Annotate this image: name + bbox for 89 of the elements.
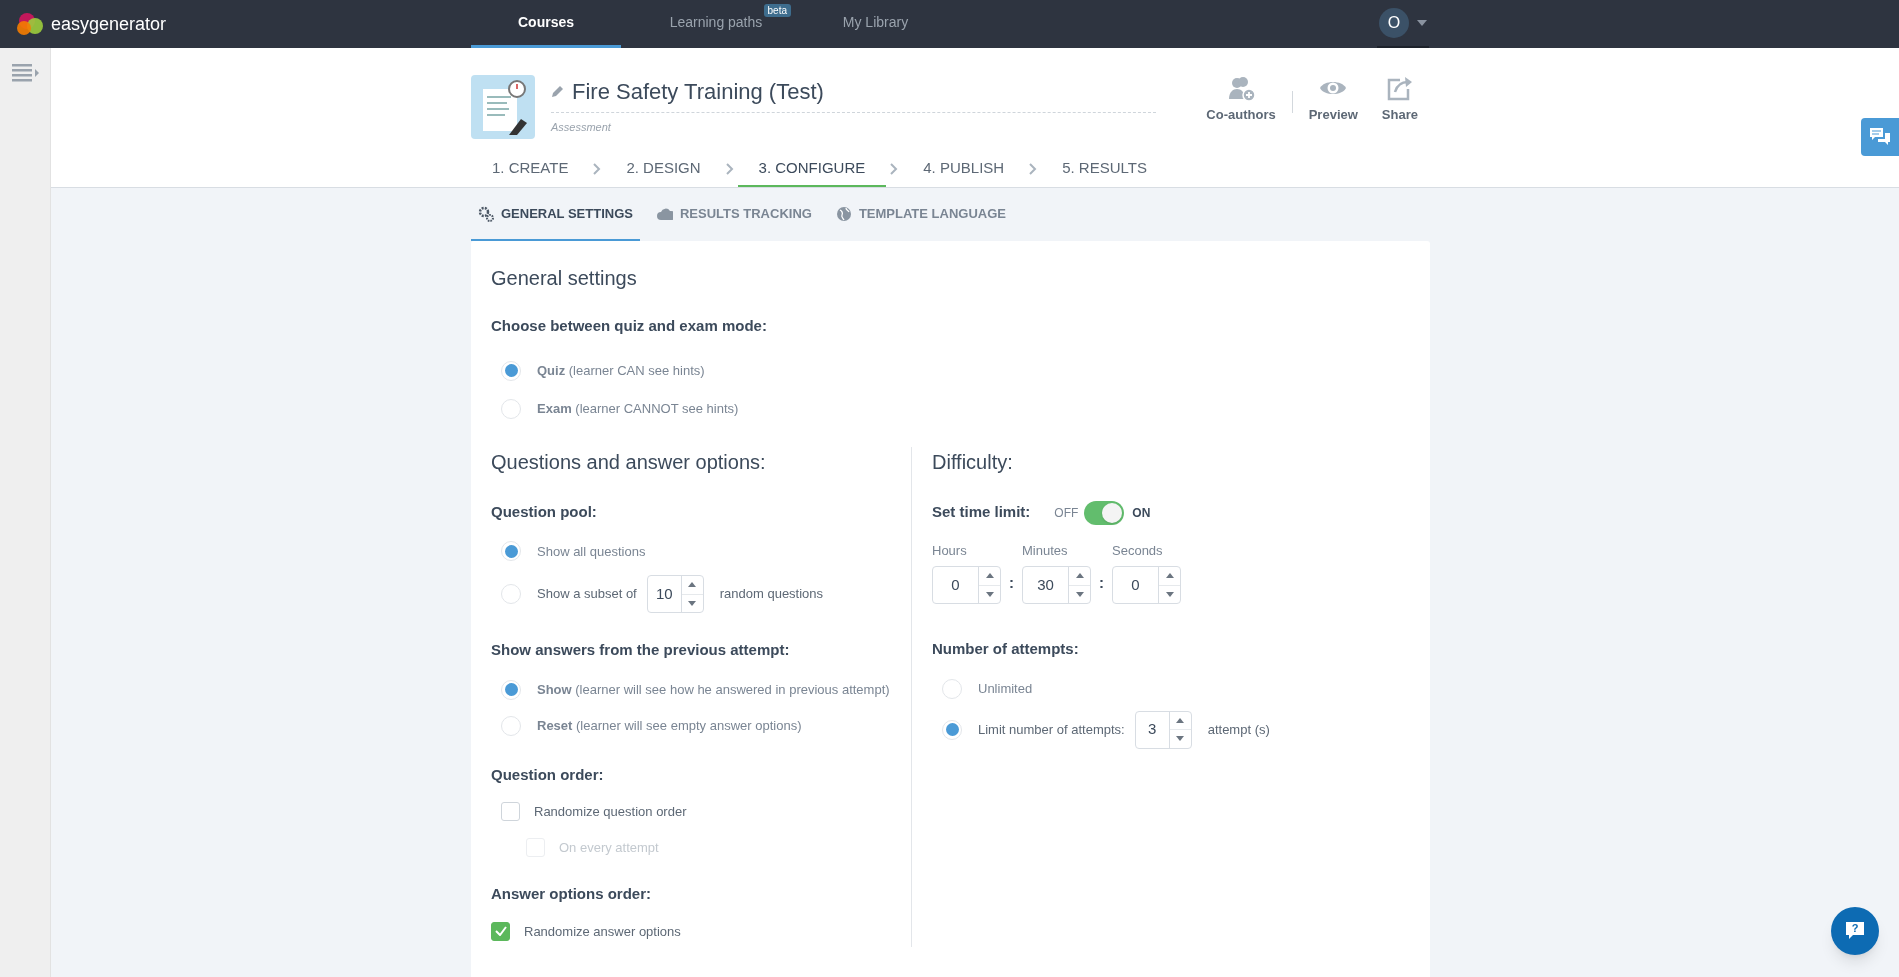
up-arrow-icon <box>688 582 697 588</box>
chat-tab[interactable] <box>1861 118 1899 156</box>
share-icon <box>1385 75 1414 101</box>
field-label: Minutes <box>1022 541 1069 560</box>
settings-tab[interactable]: RESULTS TRACKING <box>649 188 819 241</box>
action-button[interactable]: Preview <box>1296 75 1370 125</box>
radio-button[interactable] <box>501 584 521 604</box>
step-tab[interactable]: 2. DESIGN <box>605 151 722 187</box>
logo-icon <box>15 12 45 36</box>
radio-button[interactable] <box>501 360 521 381</box>
option-suffix: random questions <box>719 585 824 604</box>
number-field[interactable]: 0 <box>932 566 1001 604</box>
caret-icon[interactable] <box>1417 20 1427 26</box>
section-title: General settings <box>491 266 638 291</box>
course-type: Assessment <box>551 120 612 135</box>
toggle-on-label: ON <box>1132 504 1151 522</box>
checkbox-label[interactable]: Randomize question order <box>534 802 687 822</box>
up-arrow-icon <box>985 573 994 579</box>
course-thumbnail-drawing <box>471 75 535 139</box>
number-field[interactable]: 30 <box>1022 566 1091 604</box>
pencil-icon[interactable] <box>551 85 564 98</box>
checkbox[interactable] <box>501 802 520 822</box>
option-label: Unlimited <box>978 680 1033 698</box>
option-label: Show (learner will see how he answered in previous attempt) <box>537 681 890 699</box>
checkbox[interactable] <box>491 921 510 941</box>
number-field[interactable]: 10 <box>646 575 704 613</box>
check-icon <box>494 926 507 937</box>
chat-icon <box>1869 127 1891 147</box>
chevron-icon <box>593 163 602 175</box>
number-field[interactable]: 3 <box>1134 710 1192 749</box>
toggle-off-label: OFF <box>1054 504 1079 522</box>
option-label: Exam (learner CANNOT see hints) <box>537 400 739 418</box>
group-label: Answer options order: <box>491 884 652 904</box>
option-label: Show a subset of <box>537 585 637 604</box>
logo-text: easygenerator <box>51 12 167 36</box>
section-title: Difficulty: <box>932 449 1014 475</box>
chevron-icon <box>1029 163 1038 175</box>
option-label: Quiz (learner CAN see hints) <box>537 362 705 380</box>
speech-bubble-icon <box>1844 921 1866 941</box>
radio-button[interactable] <box>501 715 521 736</box>
user-avatar[interactable]: O <box>1379 8 1409 38</box>
field-label: Seconds <box>1112 541 1164 560</box>
option-label: Limit number of attempts: <box>978 720 1125 739</box>
group-label: Choose between quiz and exam mode: <box>491 316 768 336</box>
radio-button[interactable] <box>942 678 962 699</box>
radio-button[interactable] <box>501 398 521 419</box>
option-suffix: attempt (s) <box>1207 720 1270 739</box>
menu-icon[interactable] <box>12 64 40 82</box>
gears-icon <box>478 205 494 222</box>
radio-button[interactable] <box>942 719 962 740</box>
option-label: Show all questions <box>537 542 646 561</box>
group-label: Question order: <box>491 764 605 785</box>
down-arrow-icon <box>1165 591 1174 597</box>
action-button[interactable]: Co-authors <box>1194 75 1288 125</box>
step-tab[interactable]: 4. PUBLISH <box>902 151 1026 187</box>
step-tab[interactable]: 5. RESULTS <box>1041 151 1168 187</box>
up-arrow-icon <box>1176 717 1185 723</box>
nav-tab[interactable]: Learning paths beta <box>621 0 811 48</box>
step-tab[interactable]: 1. CREATE <box>471 151 590 187</box>
section-title: Questions and answer options: <box>491 449 767 475</box>
up-arrow-icon <box>1075 573 1084 579</box>
group-label: Question pool: <box>491 501 598 522</box>
down-arrow-icon <box>985 591 994 597</box>
field-label: Hours <box>932 541 968 560</box>
checkbox-label: On every attempt <box>559 838 659 857</box>
beta-badge: beta <box>763 4 791 17</box>
radio-button[interactable] <box>501 679 521 700</box>
chevron-icon <box>890 163 899 175</box>
group-label: Show answers from the previous attempt: <box>491 640 791 660</box>
up-arrow-icon <box>1165 573 1174 579</box>
time-separator: : <box>1099 572 1104 593</box>
down-arrow-icon <box>1176 736 1185 742</box>
nav-tab[interactable]: My Library <box>811 0 940 48</box>
down-arrow-icon <box>688 600 697 606</box>
time-separator: : <box>1009 572 1014 593</box>
number-field[interactable]: 0 <box>1112 566 1181 604</box>
settings-tab[interactable]: TEMPLATE LANGUAGE <box>828 188 1013 241</box>
action-button[interactable]: Share <box>1369 75 1430 125</box>
users-plus-icon <box>1227 75 1256 101</box>
course-title[interactable]: Fire Safety Training (Test) <box>572 75 824 108</box>
group-label: Number of attempts: <box>932 639 1080 659</box>
group-label: Set time limit: <box>932 502 1031 523</box>
radio-button[interactable] <box>501 541 521 561</box>
down-arrow-icon <box>1075 591 1084 597</box>
checkbox-label[interactable]: Randomize answer options <box>524 921 681 941</box>
chevron-icon <box>725 163 734 175</box>
globe-icon <box>835 205 852 222</box>
toggle-switch[interactable] <box>1084 500 1125 525</box>
option-label: Reset (learner will see empty answer options) <box>537 717 802 735</box>
